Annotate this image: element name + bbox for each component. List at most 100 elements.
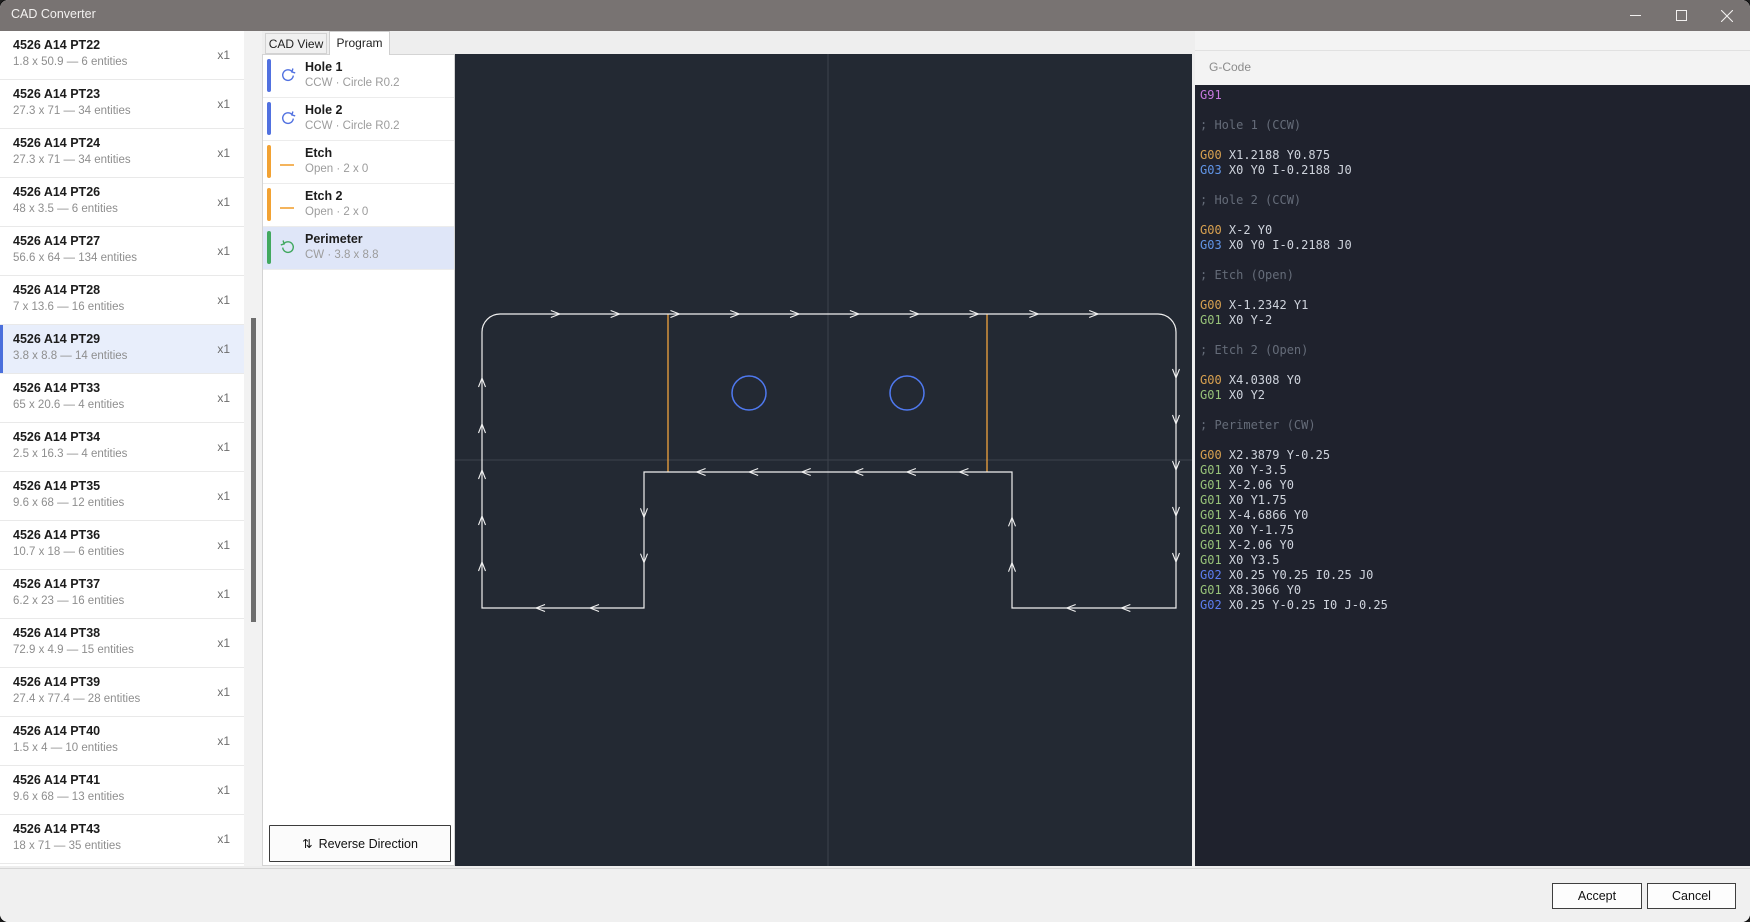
gcode-line: ; Etch 2 (Open) — [1200, 343, 1750, 358]
gcode-line: G01 X0 Y-3.5 — [1200, 463, 1750, 478]
gcode-line: G01 X0 Y3.5 — [1200, 553, 1750, 568]
part-size: 10.7 x 18 — 6 entities — [13, 546, 124, 558]
gcode-line: G00 X4.0308 Y0 — [1200, 373, 1750, 388]
part-row[interactable]: 4526 A14 PT419.6 x 68 — 13 entitiesx1 — [0, 766, 244, 815]
part-row[interactable]: 4526 A14 PT342.5 x 16.3 — 4 entitiesx1 — [0, 423, 244, 472]
reverse-direction-button[interactable]: ⇅ Reverse Direction — [269, 825, 451, 862]
part-row[interactable]: 4526 A14 PT3927.4 x 77.4 — 28 entitiesx1 — [0, 668, 244, 717]
gcode-line: ; Etch (Open) — [1200, 268, 1750, 283]
part-quantity: x1 — [217, 391, 230, 405]
operation-title: Hole 2 — [305, 103, 343, 117]
gcode-code-view[interactable]: G91 ; Hole 1 (CCW) G00 X1.2188 Y0.875 G03… — [1195, 85, 1750, 866]
operation-item-hole-2[interactable]: Hole 2 CCW · Circle R0.2 — [263, 98, 454, 141]
operation-detail: CW · 3.8 x 8.8 — [305, 249, 379, 261]
accept-button[interactable]: Accept — [1552, 883, 1642, 909]
operation-item-etch-2[interactable]: Etch 2Open · 2 x 0 — [263, 184, 454, 227]
operation-item-hole-1[interactable]: Hole 1CCW · Circle R0.2 — [263, 55, 454, 98]
gcode-line — [1200, 133, 1750, 148]
gcode-line: G01 X-2.06 Y0 — [1200, 478, 1750, 493]
operation-accent-bar — [267, 102, 271, 135]
cad-viewport[interactable] — [455, 54, 1192, 866]
part-row[interactable]: 4526 A14 PT3610.7 x 18 — 6 entitiesx1 — [0, 521, 244, 570]
part-row[interactable]: 4526 A14 PT44x1 — [0, 864, 244, 866]
maximize-icon — [1676, 10, 1687, 21]
part-row[interactable]: 4526 A14 PT221.8 x 50.9 — 6 entitiesx1 — [0, 31, 244, 80]
part-row[interactable]: 4526 A14 PT359.6 x 68 — 12 entitiesx1 — [0, 472, 244, 521]
part-name: 4526 A14 PT22 — [13, 38, 100, 52]
part-size: 6.2 x 23 — 16 entities — [13, 595, 124, 607]
part-name: 4526 A14 PT29 — [13, 332, 100, 346]
operation-item-etch[interactable]: EtchOpen · 2 x 0 — [263, 141, 454, 184]
gcode-line — [1200, 178, 1750, 193]
part-row[interactable]: 4526 A14 PT2648 x 3.5 — 6 entitiesx1 — [0, 178, 244, 227]
operation-item-perimeter[interactable]: PerimeterCW · 3.8 x 8.8 — [263, 227, 454, 270]
part-row[interactable]: 4526 A14 PT33 65 x 20.6 — 4 entities x1 — [0, 374, 244, 423]
part-size: 7 x 13.6 — 16 entities — [13, 301, 124, 313]
part-size: 48 x 3.5 — 6 entities — [13, 203, 118, 215]
gcode-line — [1200, 403, 1750, 418]
gcode-line: ; Hole 2 (CCW) — [1200, 193, 1750, 208]
gcode-line — [1200, 358, 1750, 373]
part-size: 72.9 x 4.9 — 15 entities — [13, 644, 134, 656]
part-row[interactable]: 4526 A14 PT376.2 x 23 — 16 entitiesx1 — [0, 570, 244, 619]
part-quantity: x1 — [217, 97, 230, 111]
gcode-line: G00 X-1.2342 Y1 — [1200, 298, 1750, 313]
part-row[interactable]: 4526 A14 PT287 x 13.6 — 16 entitiesx1 — [0, 276, 244, 325]
operation-title: Etch 2 — [305, 189, 343, 203]
gcode-line: G00 X1.2188 Y0.875 — [1200, 148, 1750, 163]
part-row[interactable]: 4526 A14 PT2756.6 x 64 — 134 entitiesx1 — [0, 227, 244, 276]
gcode-line: G02 X0.25 Y0.25 I0.25 J0 — [1200, 568, 1750, 583]
gcode-header-divider — [1195, 50, 1750, 51]
gcode-line: G91 — [1200, 88, 1750, 103]
part-size: 3.8 x 8.8 — 14 entities — [13, 350, 127, 362]
part-name: 4526 A14 PT35 — [13, 479, 100, 493]
gcode-line — [1200, 433, 1750, 448]
gcode-line: G01 X-4.6866 Y0 — [1200, 508, 1750, 523]
part-quantity: x1 — [217, 146, 230, 160]
cancel-button[interactable]: Cancel — [1647, 883, 1736, 909]
part-size: 27.4 x 77.4 — 28 entities — [13, 693, 140, 705]
perimeter-outline — [482, 314, 1176, 608]
part-quantity: x1 — [217, 48, 230, 62]
part-row[interactable]: 4526 A14 PT2427.3 x 71 — 34 entitiesx1 — [0, 129, 244, 178]
gcode-line: G00 X-2 Y0 — [1200, 223, 1750, 238]
gcode-line: ; Hole 1 (CCW) — [1200, 118, 1750, 133]
operation-detail: CCW · Circle R0.2 — [305, 120, 400, 132]
part-row[interactable]: 4526 A14 PT4318 x 71 — 35 entitiesx1 — [0, 815, 244, 864]
part-quantity: x1 — [217, 636, 230, 650]
gcode-line — [1200, 283, 1750, 298]
direction-arrows — [479, 311, 1180, 612]
hole-circle — [890, 376, 924, 410]
close-icon — [1721, 10, 1733, 22]
part-quantity: x1 — [217, 783, 230, 797]
minimize-button[interactable] — [1612, 0, 1658, 31]
part-row[interactable]: 4526 A14 PT2327.3 x 71 — 34 entitiesx1 — [0, 80, 244, 129]
part-quantity: x1 — [217, 538, 230, 552]
part-size: 9.6 x 68 — 12 entities — [13, 497, 124, 509]
part-size: 1.5 x 4 — 10 entities — [13, 742, 118, 754]
gcode-line: G00 X2.3879 Y-0.25 — [1200, 448, 1750, 463]
parts-scrollbar-thumb[interactable] — [251, 318, 256, 622]
part-size: 27.3 x 71 — 34 entities — [13, 105, 131, 117]
part-quantity: x1 — [217, 440, 230, 454]
window-title: CAD Converter — [11, 7, 96, 21]
gcode-line: G03 X0 Y0 I-0.2188 J0 — [1200, 238, 1750, 253]
part-size: 65 x 20.6 — 4 entities — [13, 399, 124, 411]
tab-strip: CAD View Program — [262, 31, 455, 54]
part-name: 4526 A14 PT39 — [13, 675, 100, 689]
part-name: 4526 A14 PT33 — [13, 381, 100, 395]
part-row[interactable]: 4526 A14 PT3872.9 x 4.9 — 15 entitiesx1 — [0, 619, 244, 668]
minimize-icon — [1630, 10, 1641, 21]
maximize-button[interactable] — [1658, 0, 1704, 31]
part-row[interactable]: 4526 A14 PT401.5 x 4 — 10 entitiesx1 — [0, 717, 244, 766]
operation-detail: Open · 2 x 0 — [305, 163, 368, 175]
part-row[interactable]: 4526 A14 PT293.8 x 8.8 — 14 entitiesx1 — [0, 325, 244, 374]
tab-cad-view[interactable]: CAD View — [265, 33, 327, 54]
parts-scrollbar[interactable] — [244, 31, 262, 866]
reverse-direction-icon: ⇅ — [302, 836, 312, 851]
close-button[interactable] — [1704, 0, 1750, 31]
line-arrow-icon — [279, 152, 297, 170]
operation-accent-bar — [267, 231, 271, 264]
tab-program[interactable]: Program — [329, 31, 390, 55]
gcode-line: G02 X0.25 Y-0.25 I0 J-0.25 — [1200, 598, 1750, 613]
